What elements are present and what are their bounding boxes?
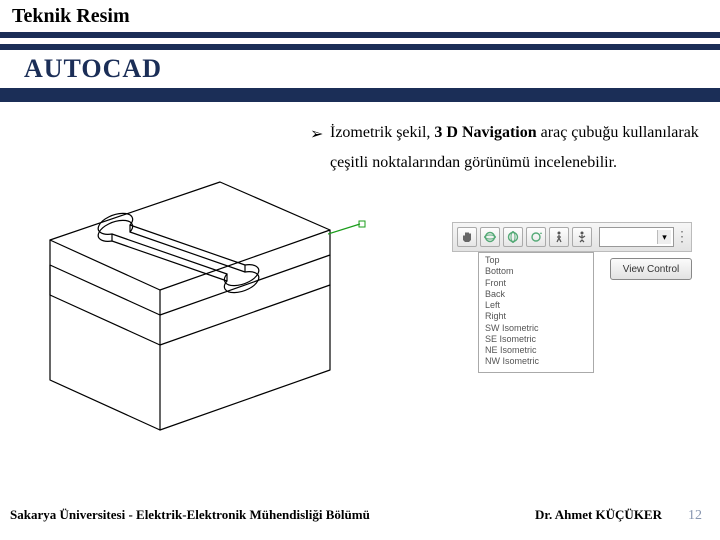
course-title: Teknik Resim xyxy=(12,5,130,28)
list-item[interactable]: Right xyxy=(485,311,587,322)
list-item[interactable]: SW Isometric xyxy=(485,323,587,334)
footer-university: Sakarya Üniversitesi - Elektrik-Elektron… xyxy=(10,507,370,523)
axis-marker-icon xyxy=(328,220,372,247)
footer-page: 12 xyxy=(688,508,702,524)
header-bar-1: Teknik Resim xyxy=(0,0,720,38)
list-item[interactable]: Top xyxy=(485,255,587,266)
hand-icon[interactable] xyxy=(457,227,477,247)
orbit-icon[interactable] xyxy=(480,227,500,247)
bullet-text: ➢ İzometrik şekil, 3 D Navigation araç ç… xyxy=(330,118,700,179)
subtitle-row: AUTOCAD xyxy=(0,50,720,88)
subtitle: AUTOCAD xyxy=(24,54,162,83)
bullet-prefix: İzometrik şekil, xyxy=(330,124,434,141)
fly-icon[interactable] xyxy=(572,227,592,247)
view-dropdown[interactable]: ▾ xyxy=(599,227,674,247)
footer: Sakarya Üniversitesi - Elektrik-Elektron… xyxy=(0,507,720,524)
toolbar-grip-icon: ⋮ xyxy=(677,227,687,247)
bullet-bold: 3 D Navigation xyxy=(434,124,536,141)
list-item[interactable]: Left xyxy=(485,300,587,311)
chevron-down-icon: ▾ xyxy=(657,230,671,244)
list-item[interactable]: NE Isometric xyxy=(485,345,587,356)
isometric-figure xyxy=(20,170,360,440)
view-control-button[interactable]: View Control xyxy=(610,258,692,280)
view-list[interactable]: Top Bottom Front Back Left Right SW Isom… xyxy=(478,252,594,373)
list-item[interactable]: NW Isometric xyxy=(485,356,587,367)
header-stripe-bottom xyxy=(0,88,720,102)
list-item[interactable]: Bottom xyxy=(485,266,587,277)
footer-author: Dr. Ahmet KÜÇÜKER xyxy=(535,507,662,523)
list-item[interactable]: Front xyxy=(485,278,587,289)
header-bar-2: AUTOCAD xyxy=(0,44,720,102)
view-control-label: View Control xyxy=(623,264,680,275)
nav-toolbar: ▾ ⋮ xyxy=(452,222,692,252)
orbit-cont-icon[interactable] xyxy=(526,227,546,247)
list-item[interactable]: Back xyxy=(485,289,587,300)
bullet-arrow-icon: ➢ xyxy=(310,120,323,150)
slide: Teknik Resim AUTOCAD ➢ İzometrik şekil, … xyxy=(0,0,720,540)
list-item[interactable]: SE Isometric xyxy=(485,334,587,345)
walk-icon[interactable] xyxy=(549,227,569,247)
orbit-free-icon[interactable] xyxy=(503,227,523,247)
